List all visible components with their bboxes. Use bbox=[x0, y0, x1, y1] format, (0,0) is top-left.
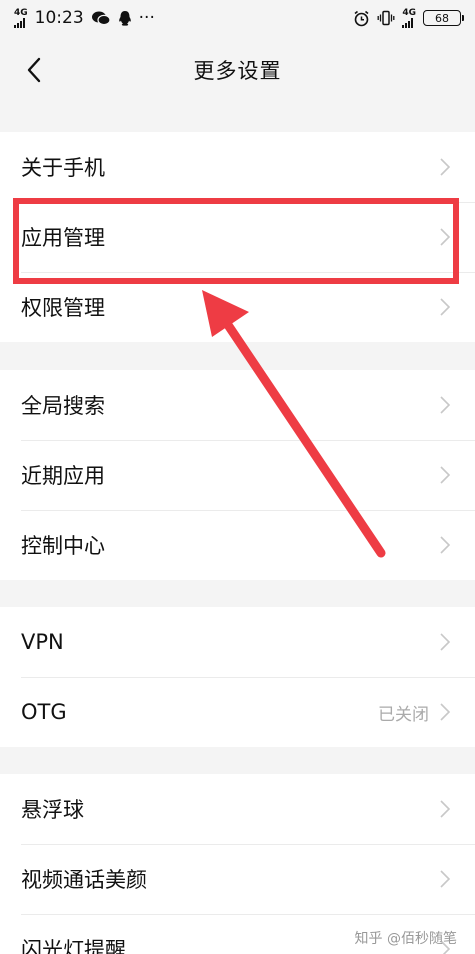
settings-item-floating-ball[interactable]: 悬浮球 bbox=[0, 774, 475, 844]
chevron-right-icon bbox=[440, 228, 451, 246]
battery-level: 68 bbox=[435, 11, 449, 25]
chevron-right-icon bbox=[440, 298, 451, 316]
status-time: 10:23 bbox=[34, 8, 84, 28]
chevron-right-icon bbox=[440, 703, 451, 721]
chevron-right-icon bbox=[440, 536, 451, 554]
settings-item-label: 应用管理 bbox=[21, 226, 105, 250]
chevron-right-icon bbox=[440, 396, 451, 414]
signal-label: 4G bbox=[14, 7, 28, 18]
settings-group-features: 悬浮球 视频通话美颜 闪光灯提醒 bbox=[0, 774, 475, 954]
settings-item-label: OTG bbox=[21, 700, 67, 724]
settings-page: 4G 10:23 ··· 4G 68 更多设置 关于手机 应用管理 权限管理 全… bbox=[0, 0, 475, 954]
settings-item-app-management[interactable]: 应用管理 bbox=[0, 202, 475, 272]
vibrate-icon bbox=[377, 10, 395, 26]
chevron-left-icon bbox=[27, 57, 41, 83]
settings-item-label: 悬浮球 bbox=[21, 798, 84, 822]
chevron-right-icon bbox=[440, 466, 451, 484]
status-left: 4G 10:23 ··· bbox=[14, 8, 155, 28]
settings-item-label: 视频通话美颜 bbox=[21, 868, 147, 892]
settings-item-about-phone[interactable]: 关于手机 bbox=[0, 132, 475, 202]
settings-item-global-search[interactable]: 全局搜索 bbox=[0, 370, 475, 440]
chevron-right-icon bbox=[440, 800, 451, 818]
settings-item-label: 权限管理 bbox=[21, 296, 105, 320]
wechat-icon bbox=[91, 11, 111, 26]
chevron-right-icon bbox=[440, 158, 451, 176]
watermark: 知乎 @佰秒随笔 bbox=[354, 931, 457, 947]
signal-bars-icon bbox=[14, 17, 25, 28]
signal-indicator: 4G bbox=[14, 7, 28, 28]
network-right-indicator: 4G bbox=[402, 7, 416, 28]
status-bar: 4G 10:23 ··· 4G 68 bbox=[0, 0, 475, 36]
settings-item-label: 控制中心 bbox=[21, 534, 105, 558]
status-right: 4G 68 bbox=[353, 7, 464, 28]
settings-item-label: VPN bbox=[21, 630, 64, 654]
settings-item-recent-apps[interactable]: 近期应用 bbox=[0, 440, 475, 510]
network-right-label: 4G bbox=[402, 7, 416, 18]
settings-group-system: 全局搜索 近期应用 控制中心 bbox=[0, 370, 475, 580]
otg-status-value: 已关闭 bbox=[378, 704, 429, 725]
chevron-right-icon bbox=[440, 633, 451, 651]
alarm-clock-icon bbox=[354, 10, 369, 26]
header-bar: 更多设置 bbox=[0, 36, 475, 104]
more-notifications-icon: ··· bbox=[138, 8, 155, 28]
signal-bars-right-icon bbox=[402, 17, 414, 28]
battery-icon: 68 bbox=[423, 10, 464, 26]
settings-item-permission-management[interactable]: 权限管理 bbox=[0, 272, 475, 342]
back-button[interactable] bbox=[14, 50, 54, 90]
settings-item-label: 全局搜索 bbox=[21, 394, 105, 418]
settings-item-label: 近期应用 bbox=[21, 464, 105, 488]
page-title: 更多设置 bbox=[193, 59, 282, 83]
settings-item-video-call-beauty[interactable]: 视频通话美颜 bbox=[0, 844, 475, 914]
qq-icon bbox=[118, 10, 131, 26]
settings-group-device: 关于手机 应用管理 权限管理 bbox=[0, 132, 475, 342]
chevron-right-icon bbox=[440, 870, 451, 888]
settings-group-connection: VPN OTG 已关闭 bbox=[0, 607, 475, 747]
settings-item-otg[interactable]: OTG 已关闭 bbox=[0, 677, 475, 747]
settings-item-control-center[interactable]: 控制中心 bbox=[0, 510, 475, 580]
settings-item-label: 关于手机 bbox=[21, 156, 105, 180]
settings-item-vpn[interactable]: VPN bbox=[0, 607, 475, 677]
settings-item-label: 闪光灯提醒 bbox=[21, 938, 126, 954]
